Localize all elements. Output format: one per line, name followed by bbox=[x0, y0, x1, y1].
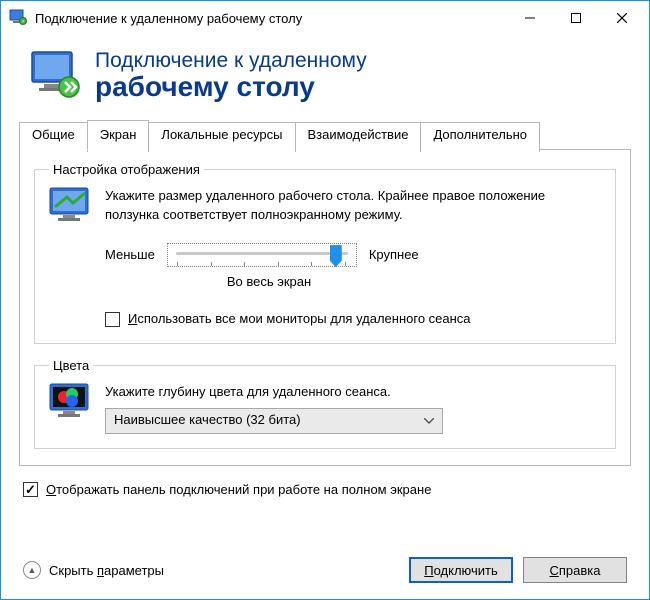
colors-icon bbox=[49, 383, 89, 424]
hide-options-toggle[interactable]: ▲ Скрыть параметры bbox=[23, 561, 399, 579]
display-config-group: Настройка отображения Укажите размер уда… bbox=[34, 162, 616, 343]
all-monitors-checkbox[interactable] bbox=[105, 312, 120, 327]
window-title: Подключение к удаленному рабочему столу bbox=[35, 11, 507, 26]
display-desc: Укажите размер удаленного рабочего стола… bbox=[105, 187, 601, 225]
tab-general[interactable]: Общие bbox=[19, 122, 88, 152]
header-line2: рабочему столу bbox=[95, 72, 367, 101]
slider-label-smaller: Меньше bbox=[105, 246, 155, 265]
tab-panel-screen: Настройка отображения Укажите размер уда… bbox=[19, 149, 631, 465]
tab-screen[interactable]: Экран bbox=[87, 120, 150, 150]
tab-strip: Общие Экран Локальные ресурсы Взаимодейс… bbox=[1, 119, 649, 149]
hide-options-label: Скрыть параметры bbox=[49, 563, 164, 578]
colors-desc: Укажите глубину цвета для удаленного сеа… bbox=[105, 383, 601, 402]
tab-local-resources[interactable]: Локальные ресурсы bbox=[148, 122, 295, 152]
colors-group: Цвета Укажите глубину цвета для удаленно… bbox=[34, 358, 616, 449]
display-config-legend: Настройка отображения bbox=[49, 162, 204, 177]
colors-legend: Цвета bbox=[49, 358, 93, 373]
maximize-button[interactable] bbox=[553, 3, 599, 33]
connection-bar-checkbox[interactable] bbox=[23, 482, 38, 497]
slider-value-label: Во весь экран bbox=[174, 273, 364, 292]
size-slider[interactable] bbox=[167, 243, 357, 267]
slider-label-larger: Крупнее bbox=[369, 246, 419, 265]
footer: ▲ Скрыть параметры Подключить Справка bbox=[1, 549, 649, 599]
all-monitors-label: Использовать все мои мониторы для удален… bbox=[128, 310, 471, 329]
tab-advanced[interactable]: Дополнительно bbox=[420, 122, 540, 152]
titlebar: > Подключение к удаленному рабочему стол… bbox=[1, 1, 649, 35]
rdc-window: > Подключение к удаленному рабочему стол… bbox=[0, 0, 650, 600]
connect-button[interactable]: Подключить bbox=[409, 557, 513, 583]
monitor-icon bbox=[49, 187, 89, 228]
header-icon bbox=[29, 49, 81, 101]
header: Подключение к удаленному рабочему столу bbox=[1, 35, 649, 119]
header-line1: Подключение к удаленному bbox=[95, 49, 367, 72]
header-text: Подключение к удаленному рабочему столу bbox=[95, 49, 367, 101]
help-button[interactable]: Справка bbox=[523, 557, 627, 583]
app-icon: > bbox=[9, 9, 27, 27]
svg-text:>: > bbox=[22, 19, 25, 25]
color-depth-value: Наивысшее качество (32 бита) bbox=[114, 411, 301, 430]
connection-bar-row: Отображать панель подключений при работе… bbox=[23, 482, 627, 497]
chevron-up-icon: ▲ bbox=[23, 561, 41, 579]
color-depth-select[interactable]: Наивысшее качество (32 бита) bbox=[105, 408, 443, 434]
tab-experience[interactable]: Взаимодействие bbox=[295, 122, 422, 152]
connection-bar-label: Отображать панель подключений при работе… bbox=[46, 482, 431, 497]
chevron-down-icon bbox=[424, 411, 434, 430]
close-button[interactable] bbox=[599, 3, 645, 33]
minimize-button[interactable] bbox=[507, 3, 553, 33]
